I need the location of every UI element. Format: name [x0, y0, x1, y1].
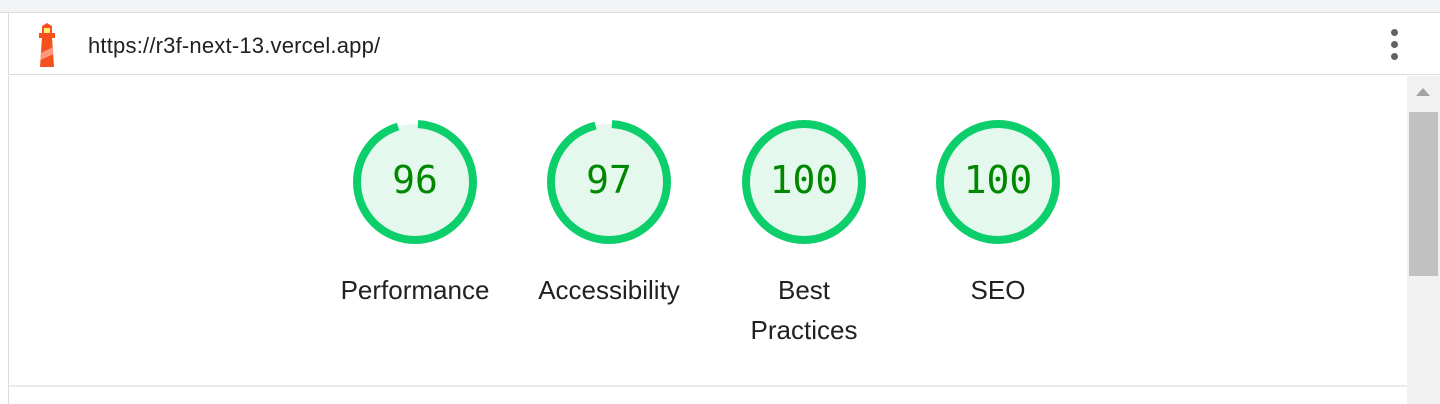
gauge-score: 100	[963, 158, 1033, 202]
more-vert-icon[interactable]	[1388, 29, 1400, 63]
scrollbar-thumb[interactable]	[1409, 112, 1438, 276]
gauge-score: 100	[769, 158, 839, 202]
gauge-performance[interactable]: 96 Performance	[335, 116, 495, 310]
lighthouse-icon	[39, 23, 55, 67]
gauge-score: 96	[392, 158, 438, 202]
gauge-label: SEO	[970, 275, 1026, 305]
browser-top-strip	[0, 0, 1440, 13]
scroll-up-arrow-icon[interactable]	[1416, 88, 1430, 96]
report-topbar: https://r3f-next-13.vercel.app/	[8, 13, 1440, 75]
section-divider	[9, 385, 1408, 387]
gauge-accessibility[interactable]: 97 Accessibility	[529, 116, 689, 310]
gauge-label: Performance	[340, 275, 490, 305]
gauge-best-practices[interactable]: 100 Best Practices	[724, 116, 884, 350]
vertical-scrollbar[interactable]	[1407, 76, 1440, 404]
gauge-label: Best Practices	[750, 275, 858, 345]
gauge-label: Accessibility	[538, 275, 680, 305]
scores-panel: 96 Performance 97 Accessibility 100 Best…	[8, 76, 1408, 404]
gauge-seo[interactable]: 100 SEO	[918, 116, 1078, 310]
report-url[interactable]: https://r3f-next-13.vercel.app/	[88, 33, 380, 59]
gauge-score: 97	[586, 158, 632, 202]
